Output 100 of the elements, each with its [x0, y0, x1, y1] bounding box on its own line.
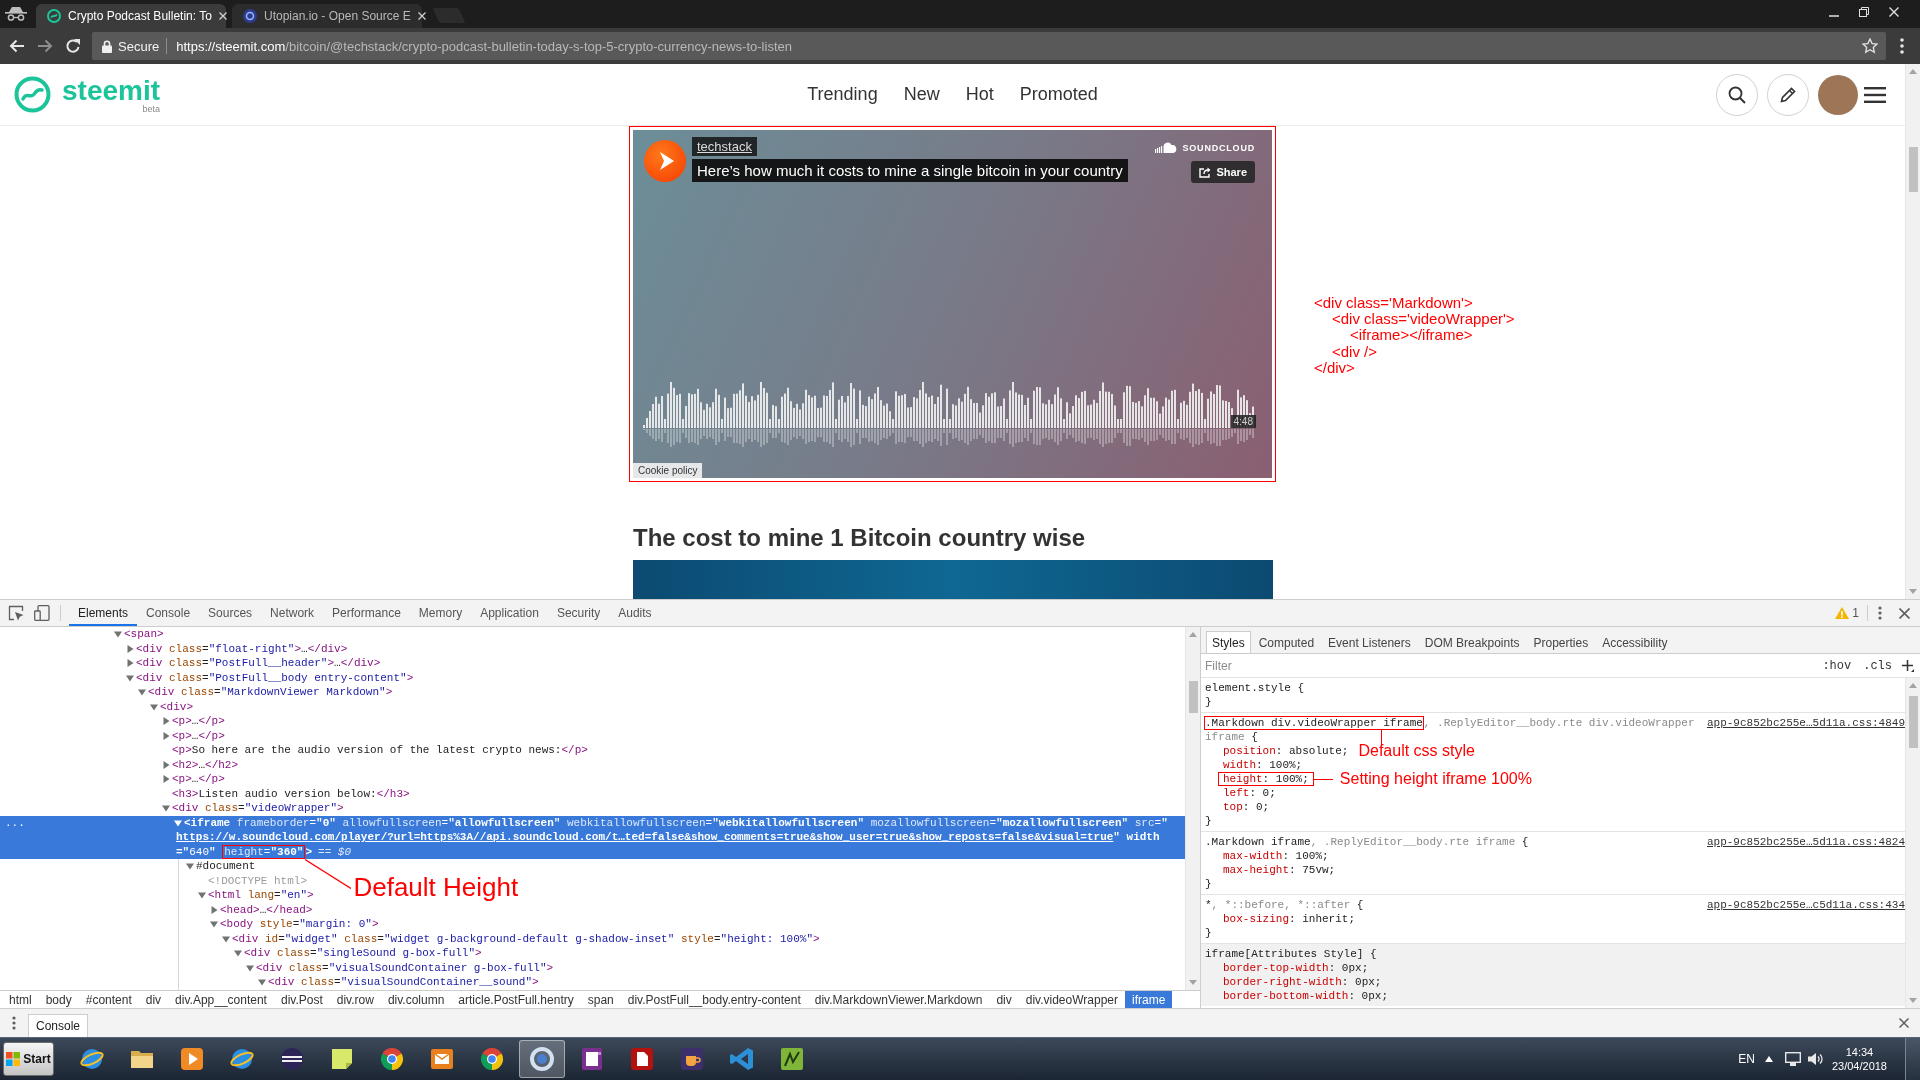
disclosure-triangle-icon[interactable]	[222, 934, 230, 943]
dots-vertical-icon[interactable]	[1900, 38, 1904, 54]
nav-link[interactable]: Promoted	[1019, 84, 1098, 105]
disclosure-triangle-icon[interactable]	[162, 804, 170, 813]
scrollbar[interactable]	[1185, 627, 1200, 990]
nav-link[interactable]: New	[903, 84, 940, 105]
breadcrumb[interactable]: div.column	[380, 991, 452, 1008]
panel-tab[interactable]: Properties	[1527, 631, 1595, 653]
nav-link[interactable]: Trending	[807, 84, 878, 105]
breadcrumb[interactable]: div.PostFull__body.entry-content	[620, 991, 808, 1008]
disclosure-triangle-icon[interactable]	[234, 949, 242, 958]
dots-vertical-icon[interactable]	[12, 1016, 16, 1030]
disclosure-triangle-icon[interactable]	[162, 731, 170, 740]
cookie-policy-link[interactable]: Cookie policy	[633, 463, 703, 478]
source-link[interactable]: app-9c852bc255e…c5d11a.css:434	[1706, 898, 1905, 912]
dom-tree-node[interactable]: <div class="PostFull__header">…</div>	[126, 656, 381, 671]
breadcrumb[interactable]: div.row	[329, 991, 381, 1008]
clock-time[interactable]: 14:34	[1845, 1045, 1874, 1059]
restore-icon[interactable]	[1859, 7, 1869, 17]
scrollbar-thumb[interactable]	[1188, 681, 1198, 713]
panel-tab[interactable]: Accessibility	[1596, 631, 1674, 653]
disclosure-triangle-icon[interactable]	[114, 630, 122, 639]
scrollbar[interactable]	[1905, 678, 1920, 1008]
arrow-right-icon[interactable]	[37, 38, 53, 54]
dom-tree-node[interactable]: <div id="widget" class="widget g-background-default g-shadow-inset" style="height: 100%">	[222, 931, 820, 946]
toggle-button[interactable]: .cls	[1863, 658, 1892, 673]
address-bar[interactable]: Secure https://steemit.com/bitcoin/@techstack/crypto-podcast-bulletin-today-s-top-5-crypto-currency-news-to-listen	[92, 32, 1886, 60]
waveform-drawing[interactable]	[643, 380, 1256, 448]
clock-date[interactable]: 23/04/2018	[1831, 1059, 1887, 1073]
devtools-tab[interactable]: Network	[261, 600, 324, 626]
devtools-tab[interactable]: Elements	[69, 600, 138, 626]
dom-tree-node[interactable]: <div class="videoWrapper">	[162, 801, 344, 816]
source-link[interactable]: app-9c852bc255e…5d11a.css:4849	[1706, 716, 1905, 730]
dom-tree-node[interactable]: <p>So here are the audio version of the latest crypto news:</p>	[162, 743, 588, 758]
plus-icon[interactable]	[1902, 659, 1914, 672]
devtools-tab[interactable]: Console	[137, 600, 200, 626]
dom-tree-node[interactable]: #document	[186, 859, 256, 874]
dom-tree-node[interactable]: <p>…</p>	[162, 772, 225, 787]
pointer-box-icon[interactable]	[8, 605, 24, 621]
disclosure-triangle-icon[interactable]	[174, 818, 182, 827]
artist-link[interactable]: techstack	[692, 137, 757, 156]
dom-tree-node[interactable]: <div>	[150, 699, 193, 714]
close-icon[interactable]	[1899, 1018, 1909, 1028]
dom-tree-node[interactable]: <p>…</p>	[162, 728, 225, 743]
dots-vertical-icon[interactable]	[1878, 606, 1882, 620]
language-indicator[interactable]: EN	[1738, 1052, 1755, 1066]
scrollbar-thumb[interactable]	[1908, 696, 1918, 748]
start-button[interactable]: Start	[3, 1042, 54, 1076]
share-button[interactable]: Share	[1191, 161, 1255, 183]
disclosure-triangle-icon[interactable]	[186, 862, 194, 871]
breadcrumb[interactable]: article.PostFull.hentry	[451, 991, 581, 1008]
breadcrumb[interactable]: body	[38, 991, 79, 1008]
circular-arrow-icon[interactable]	[65, 38, 81, 54]
devtools-tab[interactable]: Memory	[409, 600, 472, 626]
disclosure-triangle-icon[interactable]	[138, 688, 146, 697]
caret-up-icon[interactable]	[1764, 1056, 1773, 1062]
breadcrumb[interactable]: div.videoWrapper	[1018, 991, 1125, 1008]
disclosure-triangle-icon[interactable]	[126, 644, 134, 653]
disclosure-triangle-icon[interactable]	[126, 673, 134, 682]
dom-tree-node[interactable]: <p>…</p>	[162, 714, 225, 729]
close-icon[interactable]	[1899, 607, 1910, 619]
breadcrumb[interactable]: div.Post	[273, 991, 330, 1008]
devtools-tab[interactable]: Security	[547, 600, 610, 626]
scrollbar-thumb[interactable]	[1908, 147, 1918, 192]
dom-tree-node[interactable]: <span>	[114, 627, 164, 642]
disclosure-triangle-icon[interactable]	[150, 702, 158, 711]
filter-field[interactable]: Filter	[1205, 655, 1811, 676]
drawer-tab[interactable]: Console	[28, 1014, 89, 1037]
devtools-tab[interactable]: Audits	[609, 600, 661, 626]
dom-tree-node[interactable]: <div class="singleSound g-box-full">	[234, 946, 482, 961]
dom-tree-node[interactable]: ... <iframe frameborder="0" allowfullscreen="allowfullscreen" webkitallowfullscreen="webkitallowfullscreen" mozallowfullscreen="mozallowfullscreen" src=" https://w.soundcloud.com/player/?url=https%3A//api.soundcloud.com/t…ted=false&show_comments=true&show_user=true&show_reposts=false&visual=true" width="640" height="360" > == $0	[0, 815, 1185, 859]
browser-tab[interactable]: Crypto Podcast Bulletin: To	[36, 4, 226, 28]
panel-tab[interactable]: Styles	[1206, 631, 1251, 653]
devtools-tab[interactable]: Application	[471, 600, 548, 626]
dom-tree-node[interactable]: <h2>…</h2>	[162, 757, 239, 772]
star-icon[interactable]	[1862, 38, 1878, 54]
monitor-icon[interactable]	[1784, 1052, 1801, 1066]
disclosure-triangle-icon[interactable]	[198, 891, 206, 900]
disclosure-triangle-icon[interactable]	[246, 963, 254, 972]
nav-link[interactable]: Hot	[965, 84, 994, 105]
dom-tree-node[interactable]: <head>…</head>	[210, 902, 313, 917]
dom-tree-node[interactable]: <div class="visualSoundContainer__sound">	[258, 975, 539, 990]
disclosure-triangle-icon[interactable]	[210, 920, 218, 929]
dom-tree-node[interactable]: <div class="PostFull__body entry-content">	[126, 670, 414, 685]
dom-tree-node[interactable]: <html lang="en">	[198, 888, 314, 903]
breadcrumb[interactable]: span	[580, 991, 621, 1008]
disclosure-triangle-icon[interactable]	[210, 905, 218, 914]
more-button[interactable]: ...	[5, 815, 25, 830]
disclosure-triangle-icon[interactable]	[126, 659, 134, 668]
menu-icon[interactable]	[1864, 85, 1886, 104]
play-button[interactable]	[644, 140, 686, 182]
breadcrumb[interactable]: #content	[78, 991, 139, 1008]
url-text[interactable]: https://steemit.com/bitcoin/@techstack/crypto-podcast-bulletin-today-s-top-5-crypto-currency-news-to-listen	[176, 38, 792, 54]
breadcrumb[interactable]: html	[2, 991, 39, 1008]
breadcrumb[interactable]: div.MarkdownViewer.Markdown	[807, 991, 990, 1008]
speaker-icon[interactable]	[1807, 1052, 1824, 1066]
breadcrumb[interactable]: div	[138, 991, 169, 1008]
warning-count[interactable]: 1	[1852, 606, 1859, 620]
panel-tab[interactable]: Event Listeners	[1322, 631, 1417, 653]
panel-tab[interactable]: Computed	[1252, 631, 1321, 653]
